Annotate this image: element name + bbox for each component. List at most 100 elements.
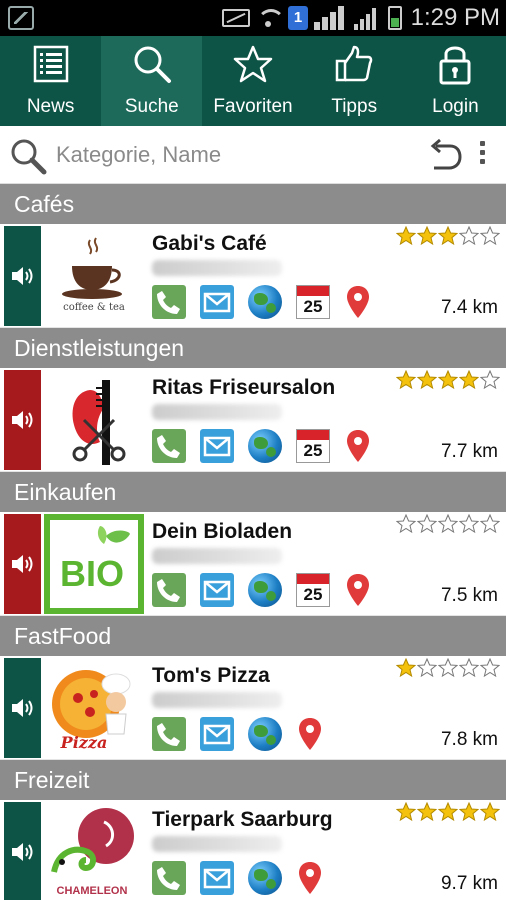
- search-icon[interactable]: [8, 136, 48, 176]
- coffee-tea-logo: coffee & tea: [44, 226, 144, 326]
- search-input[interactable]: [56, 136, 406, 174]
- list-item[interactable]: Ritas Friseursalon 25 7.7 km: [0, 368, 506, 472]
- tab-tipps[interactable]: Tipps: [304, 36, 405, 126]
- category-header: Cafés: [0, 184, 506, 224]
- overflow-menu-icon[interactable]: [476, 138, 488, 172]
- signal-2-icon: [354, 6, 382, 30]
- star-filled-icon: [417, 226, 437, 246]
- star-filled-icon: [459, 802, 479, 822]
- tab-suche-label: Suche: [124, 96, 179, 117]
- star-empty-icon: [438, 658, 458, 678]
- tab-favoriten[interactable]: Favoriten: [202, 36, 303, 126]
- list-item[interactable]: Pizza Tom's Pizza 7.8 km: [0, 656, 506, 760]
- star-empty-icon: [480, 658, 500, 678]
- phone-icon[interactable]: [152, 861, 186, 895]
- undo-icon[interactable]: [426, 138, 462, 172]
- entry-distance: 7.7 km: [440, 441, 498, 462]
- map-pin-icon[interactable]: [344, 284, 372, 320]
- svg-text:coffee & tea: coffee & tea: [63, 302, 125, 313]
- phone-icon[interactable]: [152, 429, 186, 463]
- action-row: 25: [152, 572, 372, 608]
- calendar-icon[interactable]: 25: [296, 429, 330, 463]
- list-item[interactable]: BIO Dein Bioladen 25 7.5 km: [0, 512, 506, 616]
- star-empty-icon: [438, 514, 458, 534]
- pizza-chef-logo: Pizza: [44, 658, 144, 758]
- thumbs-up-icon: [334, 36, 374, 92]
- tab-suche[interactable]: Suche: [101, 36, 203, 126]
- phone-icon[interactable]: [152, 573, 186, 607]
- tab-news[interactable]: News: [0, 36, 101, 126]
- action-row: [152, 860, 324, 896]
- entry-title: Ritas Friseursalon: [152, 376, 336, 399]
- mail-icon[interactable]: [200, 285, 234, 319]
- search-icon: [131, 36, 173, 92]
- signal-icon: [314, 6, 348, 30]
- star-empty-icon: [459, 658, 479, 678]
- action-row: 25: [152, 428, 372, 464]
- speaker-button[interactable]: [4, 514, 41, 614]
- entry-distance: 9.7 km: [440, 873, 498, 894]
- entry-address-blurred: [152, 836, 282, 852]
- star-filled-icon: [438, 370, 458, 390]
- action-row: [152, 716, 324, 752]
- map-pin-icon[interactable]: [296, 716, 324, 752]
- notification-icon: [8, 6, 34, 30]
- star-icon: [233, 36, 273, 92]
- star-empty-icon: [459, 514, 479, 534]
- map-pin-icon[interactable]: [344, 572, 372, 608]
- entry-title: Tierpark Saarburg: [152, 808, 333, 831]
- map-pin-icon[interactable]: [296, 860, 324, 896]
- mail-icon[interactable]: [200, 573, 234, 607]
- speaker-button[interactable]: [4, 370, 41, 470]
- globe-icon[interactable]: [248, 573, 282, 607]
- globe-icon[interactable]: [248, 861, 282, 895]
- star-filled-icon: [459, 370, 479, 390]
- star-filled-icon: [396, 370, 416, 390]
- rating-stars: [396, 226, 500, 246]
- speaker-button[interactable]: [4, 226, 41, 326]
- rating-stars: [396, 658, 500, 678]
- entry-address-blurred: [152, 260, 282, 276]
- svg-text:CHAMELEON: CHAMELEON: [57, 885, 128, 897]
- globe-icon[interactable]: [248, 285, 282, 319]
- list-item[interactable]: coffee & tea Gabi's Café 25 7.4 km: [0, 224, 506, 328]
- globe-icon[interactable]: [248, 429, 282, 463]
- mail-icon[interactable]: [200, 429, 234, 463]
- rating-stars: [396, 370, 500, 390]
- map-pin-icon[interactable]: [344, 428, 372, 464]
- star-empty-icon: [417, 514, 437, 534]
- star-filled-icon: [396, 802, 416, 822]
- list-icon: [31, 36, 71, 92]
- category-header: Dienstleistungen: [0, 328, 506, 368]
- tab-bar: News Suche Favoriten Tipps Login: [0, 36, 506, 126]
- entry-distance: 7.5 km: [440, 585, 498, 606]
- list-item[interactable]: CHAMELEON Tierpark Saarburg 9.7 km: [0, 800, 506, 900]
- speaker-button[interactable]: [4, 658, 41, 758]
- speaker-button[interactable]: [4, 802, 41, 900]
- entry-distance: 7.8 km: [440, 729, 498, 750]
- category-header: FastFood: [0, 616, 506, 656]
- mail-icon[interactable]: [200, 717, 234, 751]
- star-empty-icon: [417, 658, 437, 678]
- star-empty-icon: [459, 226, 479, 246]
- star-empty-icon: [480, 370, 500, 390]
- rating-stars: [396, 514, 500, 534]
- globe-icon[interactable]: [248, 717, 282, 751]
- tab-tipps-label: Tipps: [331, 96, 378, 117]
- clock: 1:29 PM: [410, 4, 500, 31]
- phone-icon[interactable]: [152, 717, 186, 751]
- calendar-icon[interactable]: 25: [296, 285, 330, 319]
- tab-login[interactable]: Login: [405, 36, 506, 126]
- mail-icon[interactable]: [200, 861, 234, 895]
- status-icons: 1: [222, 6, 402, 30]
- phone-icon[interactable]: [152, 285, 186, 319]
- mute-icon: [222, 9, 250, 27]
- svg-text:BIO: BIO: [60, 553, 124, 594]
- status-bar: 1 1:29 PM: [0, 0, 506, 36]
- star-filled-icon: [438, 802, 458, 822]
- wifi-icon: [256, 7, 285, 29]
- calendar-icon[interactable]: 25: [296, 573, 330, 607]
- star-filled-icon: [396, 658, 416, 678]
- category-header: Einkaufen: [0, 472, 506, 512]
- star-filled-icon: [438, 226, 458, 246]
